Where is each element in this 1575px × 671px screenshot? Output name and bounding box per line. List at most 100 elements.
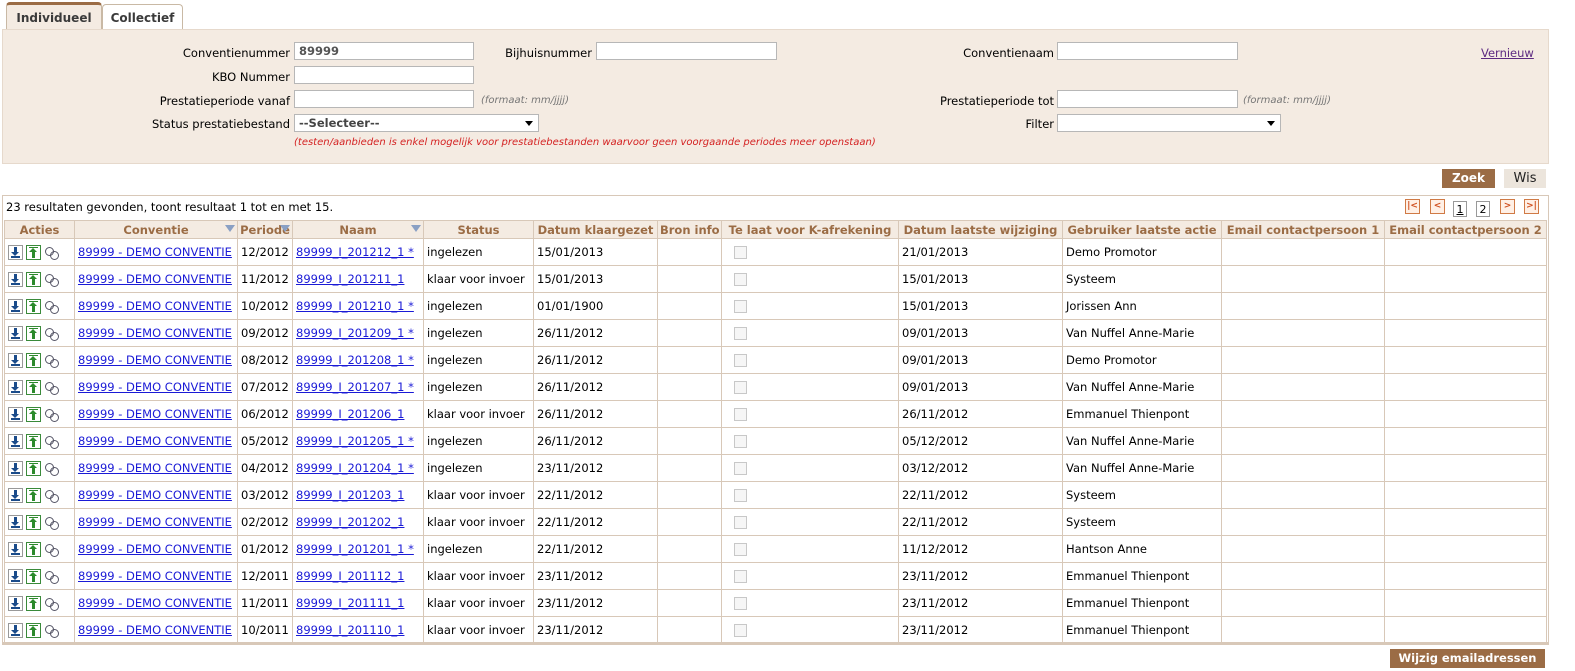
scissors-icon[interactable] — [44, 488, 59, 503]
naam-link[interactable]: 89999_I_201211_1 — [296, 272, 404, 286]
upload-icon[interactable] — [26, 271, 41, 287]
scissors-icon[interactable] — [44, 569, 59, 584]
bijhuisnummer-input[interactable] — [596, 42, 777, 60]
te-laat-checkbox[interactable] — [734, 597, 747, 610]
scissors-icon[interactable] — [44, 272, 59, 287]
download-icon[interactable] — [8, 379, 23, 395]
te-laat-checkbox[interactable] — [734, 435, 747, 448]
conventie-link[interactable]: 89999 - DEMO CONVENTIE — [78, 326, 232, 340]
te-laat-checkbox[interactable] — [734, 354, 747, 367]
naam-link[interactable]: 89999_I_201112_1 — [296, 569, 404, 583]
conventie-link[interactable]: 89999 - DEMO CONVENTIE — [78, 569, 232, 583]
conventie-link[interactable]: 89999 - DEMO CONVENTIE — [78, 596, 232, 610]
download-icon[interactable] — [8, 514, 23, 530]
te-laat-checkbox[interactable] — [734, 300, 747, 313]
download-icon[interactable] — [8, 595, 23, 611]
upload-icon[interactable] — [26, 460, 41, 476]
naam-link[interactable]: 89999_I_201210_1 * — [296, 299, 414, 313]
periode-vanaf-input[interactable] — [294, 90, 474, 108]
naam-link[interactable]: 89999_I_201203_1 — [296, 488, 404, 502]
download-icon[interactable] — [8, 622, 23, 638]
te-laat-checkbox[interactable] — [734, 516, 747, 529]
te-laat-checkbox[interactable] — [734, 408, 747, 421]
conventie-link[interactable]: 89999 - DEMO CONVENTIE — [78, 488, 232, 502]
naam-link[interactable]: 89999_I_201208_1 * — [296, 353, 414, 367]
conventienummer-input[interactable] — [294, 42, 474, 60]
prev-page-icon[interactable]: < — [1430, 199, 1445, 214]
te-laat-checkbox[interactable] — [734, 381, 747, 394]
kbo-input[interactable] — [294, 66, 474, 84]
scissors-icon[interactable] — [44, 353, 59, 368]
next-page-icon[interactable]: > — [1500, 199, 1515, 214]
conventie-link[interactable]: 89999 - DEMO CONVENTIE — [78, 380, 232, 394]
naam-link[interactable]: 89999_I_201201_1 * — [296, 542, 414, 556]
download-icon[interactable] — [8, 271, 23, 287]
status-select[interactable]: --Selecteer-- — [294, 114, 539, 132]
scissors-icon[interactable] — [44, 515, 59, 530]
download-icon[interactable] — [8, 352, 23, 368]
scissors-icon[interactable] — [44, 299, 59, 314]
te-laat-checkbox[interactable] — [734, 327, 747, 340]
upload-icon[interactable] — [26, 352, 41, 368]
upload-icon[interactable] — [26, 568, 41, 584]
last-page-icon[interactable]: >| — [1524, 199, 1539, 214]
conventienaam-input[interactable] — [1057, 42, 1238, 60]
scissors-icon[interactable] — [44, 596, 59, 611]
wijzig-emailadressen-button[interactable]: Wijzig emailadressen — [1390, 649, 1545, 668]
conventie-link[interactable]: 89999 - DEMO CONVENTIE — [78, 461, 232, 475]
tab-individueel[interactable]: Individueel — [6, 2, 102, 32]
col-header-naam[interactable]: Naam — [292, 220, 424, 239]
download-icon[interactable] — [8, 406, 23, 422]
upload-icon[interactable] — [26, 406, 41, 422]
conventie-link[interactable]: 89999 - DEMO CONVENTIE — [78, 434, 232, 448]
te-laat-checkbox[interactable] — [734, 462, 747, 475]
te-laat-checkbox[interactable] — [734, 624, 747, 637]
upload-icon[interactable] — [26, 622, 41, 638]
te-laat-checkbox[interactable] — [734, 543, 747, 556]
te-laat-checkbox[interactable] — [734, 489, 747, 502]
wis-button[interactable]: Wis — [1504, 169, 1546, 188]
scissors-icon[interactable] — [44, 326, 59, 341]
zoek-button[interactable]: Zoek — [1442, 169, 1495, 188]
first-page-icon[interactable]: |< — [1405, 199, 1420, 214]
naam-link[interactable]: 89999_I_201212_1 * — [296, 245, 414, 259]
scissors-icon[interactable] — [44, 542, 59, 557]
download-icon[interactable] — [8, 298, 23, 314]
download-icon[interactable] — [8, 325, 23, 341]
upload-icon[interactable] — [26, 244, 41, 260]
upload-icon[interactable] — [26, 325, 41, 341]
naam-link[interactable]: 89999_I_201202_1 — [296, 515, 404, 529]
conventie-link[interactable]: 89999 - DEMO CONVENTIE — [78, 407, 232, 421]
naam-link[interactable]: 89999_I_201209_1 * — [296, 326, 414, 340]
scissors-icon[interactable] — [44, 245, 59, 260]
te-laat-checkbox[interactable] — [734, 246, 747, 259]
conventie-link[interactable]: 89999 - DEMO CONVENTIE — [78, 272, 232, 286]
download-icon[interactable] — [8, 568, 23, 584]
download-icon[interactable] — [8, 433, 23, 449]
scissors-icon[interactable] — [44, 434, 59, 449]
naam-link[interactable]: 89999_I_201110_1 — [296, 623, 404, 637]
download-icon[interactable] — [8, 541, 23, 557]
download-icon[interactable] — [8, 460, 23, 476]
scissors-icon[interactable] — [44, 380, 59, 395]
naam-link[interactable]: 89999_I_201206_1 — [296, 407, 404, 421]
download-icon[interactable] — [8, 487, 23, 503]
periode-tot-input[interactable] — [1057, 90, 1238, 108]
conventie-link[interactable]: 89999 - DEMO CONVENTIE — [78, 623, 232, 637]
te-laat-checkbox[interactable] — [734, 273, 747, 286]
page-1-link[interactable]: 1 — [1453, 201, 1467, 217]
te-laat-checkbox[interactable] — [734, 570, 747, 583]
col-header-conventie[interactable]: Conventie — [74, 220, 238, 239]
filter-select[interactable] — [1057, 114, 1281, 132]
scissors-icon[interactable] — [44, 461, 59, 476]
upload-icon[interactable] — [26, 298, 41, 314]
conventie-link[interactable]: 89999 - DEMO CONVENTIE — [78, 353, 232, 367]
scissors-icon[interactable] — [44, 407, 59, 422]
scissors-icon[interactable] — [44, 623, 59, 638]
upload-icon[interactable] — [26, 487, 41, 503]
page-2-link[interactable]: 2 — [1476, 201, 1490, 217]
naam-link[interactable]: 89999_I_201207_1 * — [296, 380, 414, 394]
naam-link[interactable]: 89999_I_201205_1 * — [296, 434, 414, 448]
naam-link[interactable]: 89999_I_201111_1 — [296, 596, 404, 610]
upload-icon[interactable] — [26, 595, 41, 611]
